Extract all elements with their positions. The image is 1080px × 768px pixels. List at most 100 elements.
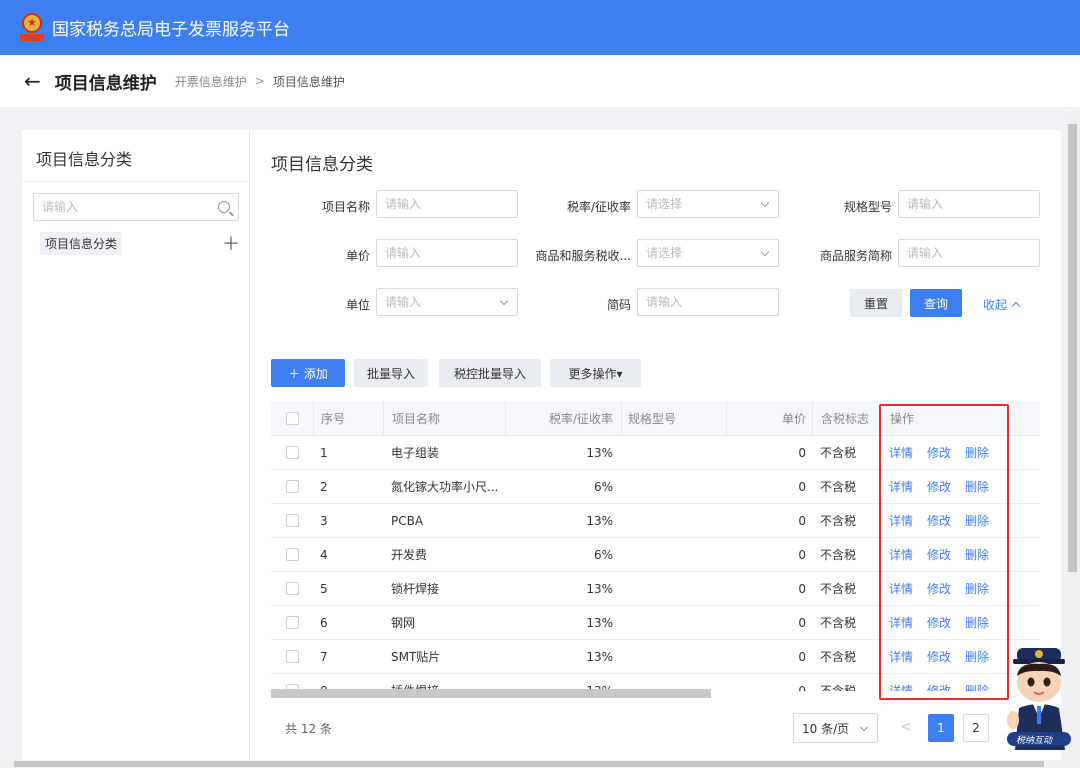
cell-price: 0 bbox=[798, 649, 806, 664]
header-name: 项目名称 bbox=[383, 401, 505, 435]
cell-no: 5 bbox=[320, 581, 328, 596]
add-button[interactable]: ＋ 添加 bbox=[271, 359, 345, 387]
unit-price-input[interactable] bbox=[385, 246, 509, 260]
page-size-value: 10 条/页 bbox=[802, 721, 850, 736]
select-all-checkbox[interactable] bbox=[286, 411, 299, 425]
row-checkbox-cell bbox=[286, 606, 306, 639]
unit-price-field bbox=[376, 239, 518, 267]
cell-no: 6 bbox=[320, 615, 328, 630]
row-checkbox[interactable] bbox=[286, 480, 299, 493]
page-horizontal-scrollbar[interactable] bbox=[0, 760, 1080, 768]
row-checkbox-cell bbox=[286, 436, 306, 469]
sidebar-search-input[interactable] bbox=[42, 200, 218, 214]
breadcrumb-separator: > bbox=[254, 74, 265, 88]
tax-batch-import-button[interactable]: 税控批量导入 bbox=[439, 359, 541, 387]
item-name-input[interactable] bbox=[385, 197, 509, 211]
header-price: 单价 bbox=[726, 401, 812, 435]
page-button-2[interactable]: 2 bbox=[963, 714, 989, 742]
cell-no: 3 bbox=[320, 513, 328, 528]
tree-node-root[interactable]: 项目信息分类 ＋ bbox=[40, 230, 240, 256]
tax-code-select[interactable] bbox=[637, 239, 779, 267]
sidebar-title: 项目信息分类 bbox=[22, 130, 249, 182]
cell-name: SMT贴片 bbox=[391, 650, 441, 664]
cell-tax-flag: 不含税 bbox=[820, 548, 857, 562]
cell-price: 0 bbox=[798, 683, 806, 692]
page-size-select[interactable]: 10 条/页 bbox=[793, 713, 878, 743]
platform-title: 国家税务总局电子发票服务平台 bbox=[52, 20, 290, 40]
cell-tax-flag: 不含税 bbox=[820, 582, 857, 596]
cell-no: 2 bbox=[320, 479, 328, 494]
page-title: 项目信息维护 bbox=[54, 73, 157, 94]
cell-rate: 13% bbox=[586, 581, 613, 596]
cell-rate: 6% bbox=[593, 547, 613, 562]
cell-spec bbox=[621, 470, 726, 503]
cell-name: 氮化镓大功率小尺... bbox=[391, 480, 499, 494]
cell-tax-flag: 不含税 bbox=[820, 480, 857, 494]
row-checkbox-cell bbox=[286, 640, 306, 673]
category-sidebar: 项目信息分类 项目信息分类 ＋ bbox=[22, 130, 250, 760]
cell-name: 锁杆焊接 bbox=[391, 582, 440, 596]
tax-rate-select[interactable] bbox=[637, 190, 779, 218]
row-checkbox[interactable] bbox=[286, 514, 299, 527]
tree-node-label[interactable]: 项目信息分类 bbox=[40, 231, 123, 255]
row-checkbox[interactable] bbox=[286, 582, 299, 595]
header-checkbox-cell bbox=[286, 401, 306, 435]
chevron-up-icon bbox=[1011, 301, 1021, 311]
short-name-field bbox=[898, 239, 1040, 267]
cell-no: 1 bbox=[320, 445, 328, 460]
top-bar: ★ 国家税务总局电子发票服务平台 bbox=[0, 0, 1080, 55]
chevron-down-icon bbox=[859, 722, 869, 732]
query-button[interactable]: 查询 bbox=[910, 289, 962, 317]
total-count: 共 12 条 bbox=[285, 722, 332, 736]
main-title: 项目信息分类 bbox=[271, 155, 373, 175]
reset-button[interactable]: 重置 bbox=[850, 289, 902, 317]
item-name-field bbox=[376, 190, 518, 218]
cell-spec bbox=[621, 436, 726, 469]
row-checkbox[interactable] bbox=[286, 548, 299, 561]
row-checkbox-cell bbox=[286, 470, 306, 503]
row-checkbox[interactable] bbox=[286, 446, 299, 459]
unit-select[interactable] bbox=[376, 288, 518, 316]
table-horizontal-scrollbar[interactable] bbox=[271, 689, 711, 698]
cell-tax-flag: 不含税 bbox=[820, 616, 857, 630]
cell-rate: 6% bbox=[593, 479, 613, 494]
header-spec: 规格型号 bbox=[621, 401, 726, 435]
row-checkbox[interactable] bbox=[286, 650, 299, 663]
abbr-input[interactable] bbox=[646, 295, 770, 309]
page-vertical-scrollbar-thumb[interactable] bbox=[1068, 124, 1077, 572]
breadcrumb-item-invoice-info[interactable]: 开票信息维护 bbox=[175, 73, 247, 90]
add-category-icon[interactable]: ＋ bbox=[222, 230, 240, 256]
unit-input[interactable] bbox=[385, 295, 509, 309]
abbr-label: 简码 bbox=[606, 298, 631, 312]
prev-page-icon[interactable]: < bbox=[900, 719, 912, 735]
cell-spec bbox=[621, 504, 726, 537]
spec-label: 规格型号 bbox=[843, 200, 892, 214]
collapse-label[interactable]: 收起 bbox=[983, 296, 1007, 313]
cell-spec bbox=[621, 538, 726, 571]
row-checkbox[interactable] bbox=[286, 616, 299, 629]
short-name-label: 商品服务简称 bbox=[819, 249, 892, 263]
cell-spec bbox=[621, 640, 726, 673]
tax-rate-label: 税率/征收率 bbox=[566, 200, 631, 214]
page-button-1[interactable]: 1 bbox=[928, 714, 954, 742]
collapse-link[interactable]: 收起 bbox=[983, 296, 1021, 313]
tax-code-input[interactable] bbox=[646, 246, 770, 260]
cell-name: 钢网 bbox=[391, 616, 416, 630]
row-checkbox-cell bbox=[286, 504, 306, 537]
back-arrow-icon[interactable]: ← bbox=[24, 69, 41, 93]
page-horizontal-scrollbar-thumb[interactable] bbox=[14, 761, 1044, 767]
tax-rate-input[interactable] bbox=[646, 197, 770, 211]
item-name-label: 项目名称 bbox=[321, 200, 370, 214]
row-checkbox-cell bbox=[286, 538, 306, 571]
short-name-input[interactable] bbox=[907, 246, 1031, 260]
actions-highlight-box bbox=[879, 404, 1009, 700]
search-icon[interactable] bbox=[218, 201, 230, 213]
cell-name: 开发费 bbox=[391, 548, 428, 562]
spec-input[interactable] bbox=[907, 197, 1031, 211]
more-actions-button[interactable]: 更多操作▾ bbox=[550, 359, 641, 387]
cell-rate: 13% bbox=[586, 445, 613, 460]
batch-import-button[interactable]: 批量导入 bbox=[354, 359, 428, 387]
tax-emblem-logo: ★ bbox=[20, 12, 44, 43]
cell-price: 0 bbox=[798, 513, 806, 528]
abbr-field bbox=[637, 288, 779, 316]
